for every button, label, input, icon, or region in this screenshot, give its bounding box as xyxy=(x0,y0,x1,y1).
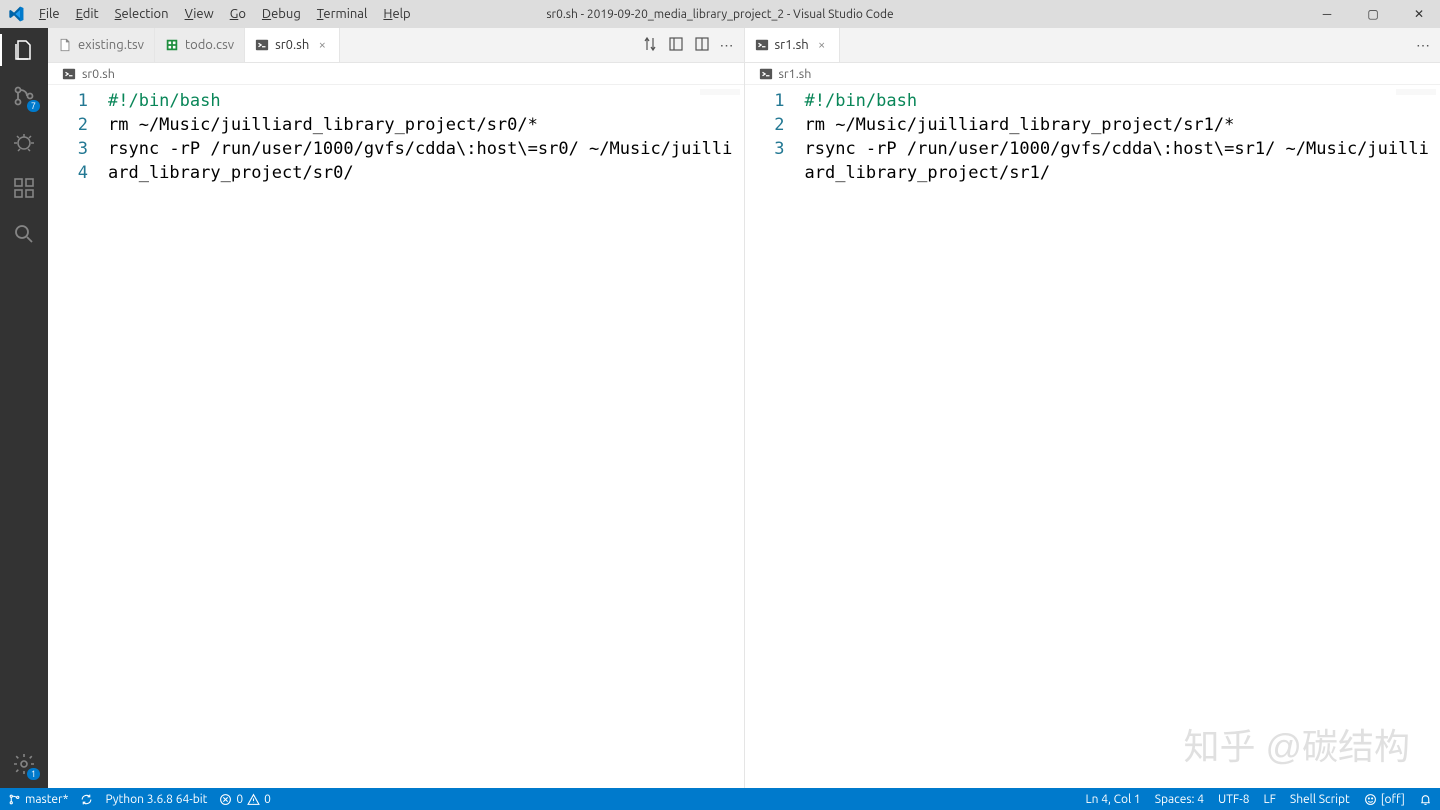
status-feedback[interactable]: [off] xyxy=(1364,793,1405,806)
menu-edit[interactable]: Edit xyxy=(69,5,106,23)
status-eol[interactable]: LF xyxy=(1263,793,1275,806)
code-editor[interactable]: 123#!/bin/bashrm ~/Music/juilliard_libra… xyxy=(745,85,1440,788)
menu-selection[interactable]: Selection xyxy=(108,5,176,23)
tab-todo-csv[interactable]: todo.csv xyxy=(155,28,245,62)
menu-help[interactable]: Help xyxy=(376,5,417,23)
code-line[interactable] xyxy=(108,185,736,209)
editor-group-1: existing.tsv todo.csv sr0.sh × ⋯ sr0.sh 1234#!… xyxy=(48,28,745,788)
breadcrumb-label: sr1.sh xyxy=(779,67,812,81)
errors-count: 0 xyxy=(236,793,243,806)
minimize-button[interactable]: ─ xyxy=(1314,7,1340,21)
tab-label: todo.csv xyxy=(185,38,234,52)
menu-view[interactable]: View xyxy=(178,5,221,23)
status-python[interactable]: Python 3.6.8 64-bit xyxy=(105,793,207,806)
title-bar: FileEditSelectionViewGoDebugTerminalHelp… xyxy=(0,0,1440,28)
settings-badge: 1 xyxy=(27,768,40,780)
close-window-button[interactable]: ✕ xyxy=(1406,7,1432,21)
window-title: sr0.sh - 2019-09-20_media_library_projec… xyxy=(546,8,893,21)
menu-go[interactable]: Go xyxy=(223,5,253,23)
breadcrumb[interactable]: sr1.sh xyxy=(745,63,1440,85)
tab-actions: ⋯ xyxy=(632,28,744,62)
settings-gear-icon[interactable]: 1 xyxy=(10,750,38,778)
tab-sr1-sh[interactable]: sr1.sh × xyxy=(745,28,840,62)
sh-file-icon xyxy=(759,67,773,81)
tab-close-icon[interactable]: × xyxy=(815,38,829,52)
tab-row: sr1.sh × ⋯ xyxy=(745,28,1440,63)
code-editor[interactable]: 1234#!/bin/bashrm ~/Music/juilliard_libr… xyxy=(48,85,744,788)
status-branch[interactable]: master* xyxy=(8,793,68,806)
sh-file-icon xyxy=(62,67,76,81)
code-content[interactable]: #!/bin/bashrm ~/Music/juilliard_library_… xyxy=(104,85,744,788)
tab-label: existing.tsv xyxy=(78,38,144,52)
code-line[interactable]: #!/bin/bash xyxy=(108,89,736,113)
line-number-gutter: 1234 xyxy=(48,85,104,788)
vscode-logo-icon xyxy=(8,6,24,22)
scm-badge: 7 xyxy=(27,100,40,112)
code-line[interactable]: rm ~/Music/juilliard_library_project/sr1… xyxy=(805,113,1433,137)
code-content[interactable]: #!/bin/bashrm ~/Music/juilliard_library_… xyxy=(801,85,1440,788)
extensions-icon[interactable] xyxy=(10,174,38,202)
code-line[interactable]: #!/bin/bash xyxy=(805,89,1433,113)
more-actions-icon[interactable]: ⋯ xyxy=(720,37,734,54)
menu-file[interactable]: File xyxy=(32,5,67,23)
search-icon[interactable] xyxy=(10,220,38,248)
status-encoding[interactable]: UTF-8 xyxy=(1218,793,1249,806)
status-sync[interactable] xyxy=(80,793,93,806)
breadcrumb-label: sr0.sh xyxy=(82,67,115,81)
explorer-icon[interactable] xyxy=(10,36,38,64)
status-indent[interactable]: Spaces: 4 xyxy=(1155,793,1204,806)
maximize-button[interactable]: ▢ xyxy=(1360,7,1386,21)
line-number-gutter: 123 xyxy=(745,85,801,788)
spell-label: [off] xyxy=(1381,793,1405,806)
debug-icon[interactable] xyxy=(10,128,38,156)
menu-debug[interactable]: Debug xyxy=(255,5,308,23)
sh-file-icon xyxy=(255,38,269,52)
code-line[interactable]: rsync -rP /run/user/1000/gvfs/cdda\:host… xyxy=(108,137,736,185)
menu-bar: FileEditSelectionViewGoDebugTerminalHelp xyxy=(32,5,418,23)
source-control-icon[interactable]: 7 xyxy=(10,82,38,110)
tab-row: existing.tsv todo.csv sr0.sh × ⋯ xyxy=(48,28,744,63)
split-editor-icon[interactable] xyxy=(694,36,710,55)
tab-label: sr0.sh xyxy=(275,38,309,52)
status-notifications[interactable] xyxy=(1419,793,1432,806)
breadcrumb[interactable]: sr0.sh xyxy=(48,63,744,85)
file-file-icon xyxy=(58,38,72,52)
tab-existing-tsv[interactable]: existing.tsv xyxy=(48,28,155,62)
code-line[interactable]: rsync -rP /run/user/1000/gvfs/cdda\:host… xyxy=(805,137,1433,185)
more-actions-icon[interactable]: ⋯ xyxy=(1416,37,1430,54)
branch-label: master* xyxy=(25,793,68,806)
minimap[interactable] xyxy=(1396,89,1436,95)
warnings-count: 0 xyxy=(264,793,271,806)
editor-group-2: sr1.sh × ⋯ sr1.sh 123#!/bin/bashrm ~/Music/j… xyxy=(745,28,1440,788)
tab-close-icon[interactable]: × xyxy=(315,38,329,52)
sh-file-icon xyxy=(755,38,769,52)
status-cursor-position[interactable]: Ln 4, Col 1 xyxy=(1086,793,1141,806)
editor-area: existing.tsvtodo.csvsr0.sh×⋯sr0.sh1234#!… xyxy=(48,28,1440,788)
status-language[interactable]: Shell Script xyxy=(1290,793,1350,806)
status-bar: master* Python 3.6.8 64-bit 0 0 Ln 4, Co… xyxy=(0,788,1440,810)
csv-file-icon xyxy=(165,38,179,52)
status-problems[interactable]: 0 0 xyxy=(219,793,271,806)
tab-label: sr1.sh xyxy=(775,38,809,52)
open-changes-icon[interactable] xyxy=(668,36,684,55)
code-line[interactable]: rm ~/Music/juilliard_library_project/sr0… xyxy=(108,113,736,137)
compare-changes-icon[interactable] xyxy=(642,36,658,55)
minimap[interactable] xyxy=(700,89,740,95)
menu-terminal[interactable]: Terminal xyxy=(310,5,375,23)
tab-sr0-sh[interactable]: sr0.sh × xyxy=(245,28,340,62)
tab-actions: ⋯ xyxy=(1406,28,1440,62)
activity-bar: 7 1 xyxy=(0,28,48,788)
